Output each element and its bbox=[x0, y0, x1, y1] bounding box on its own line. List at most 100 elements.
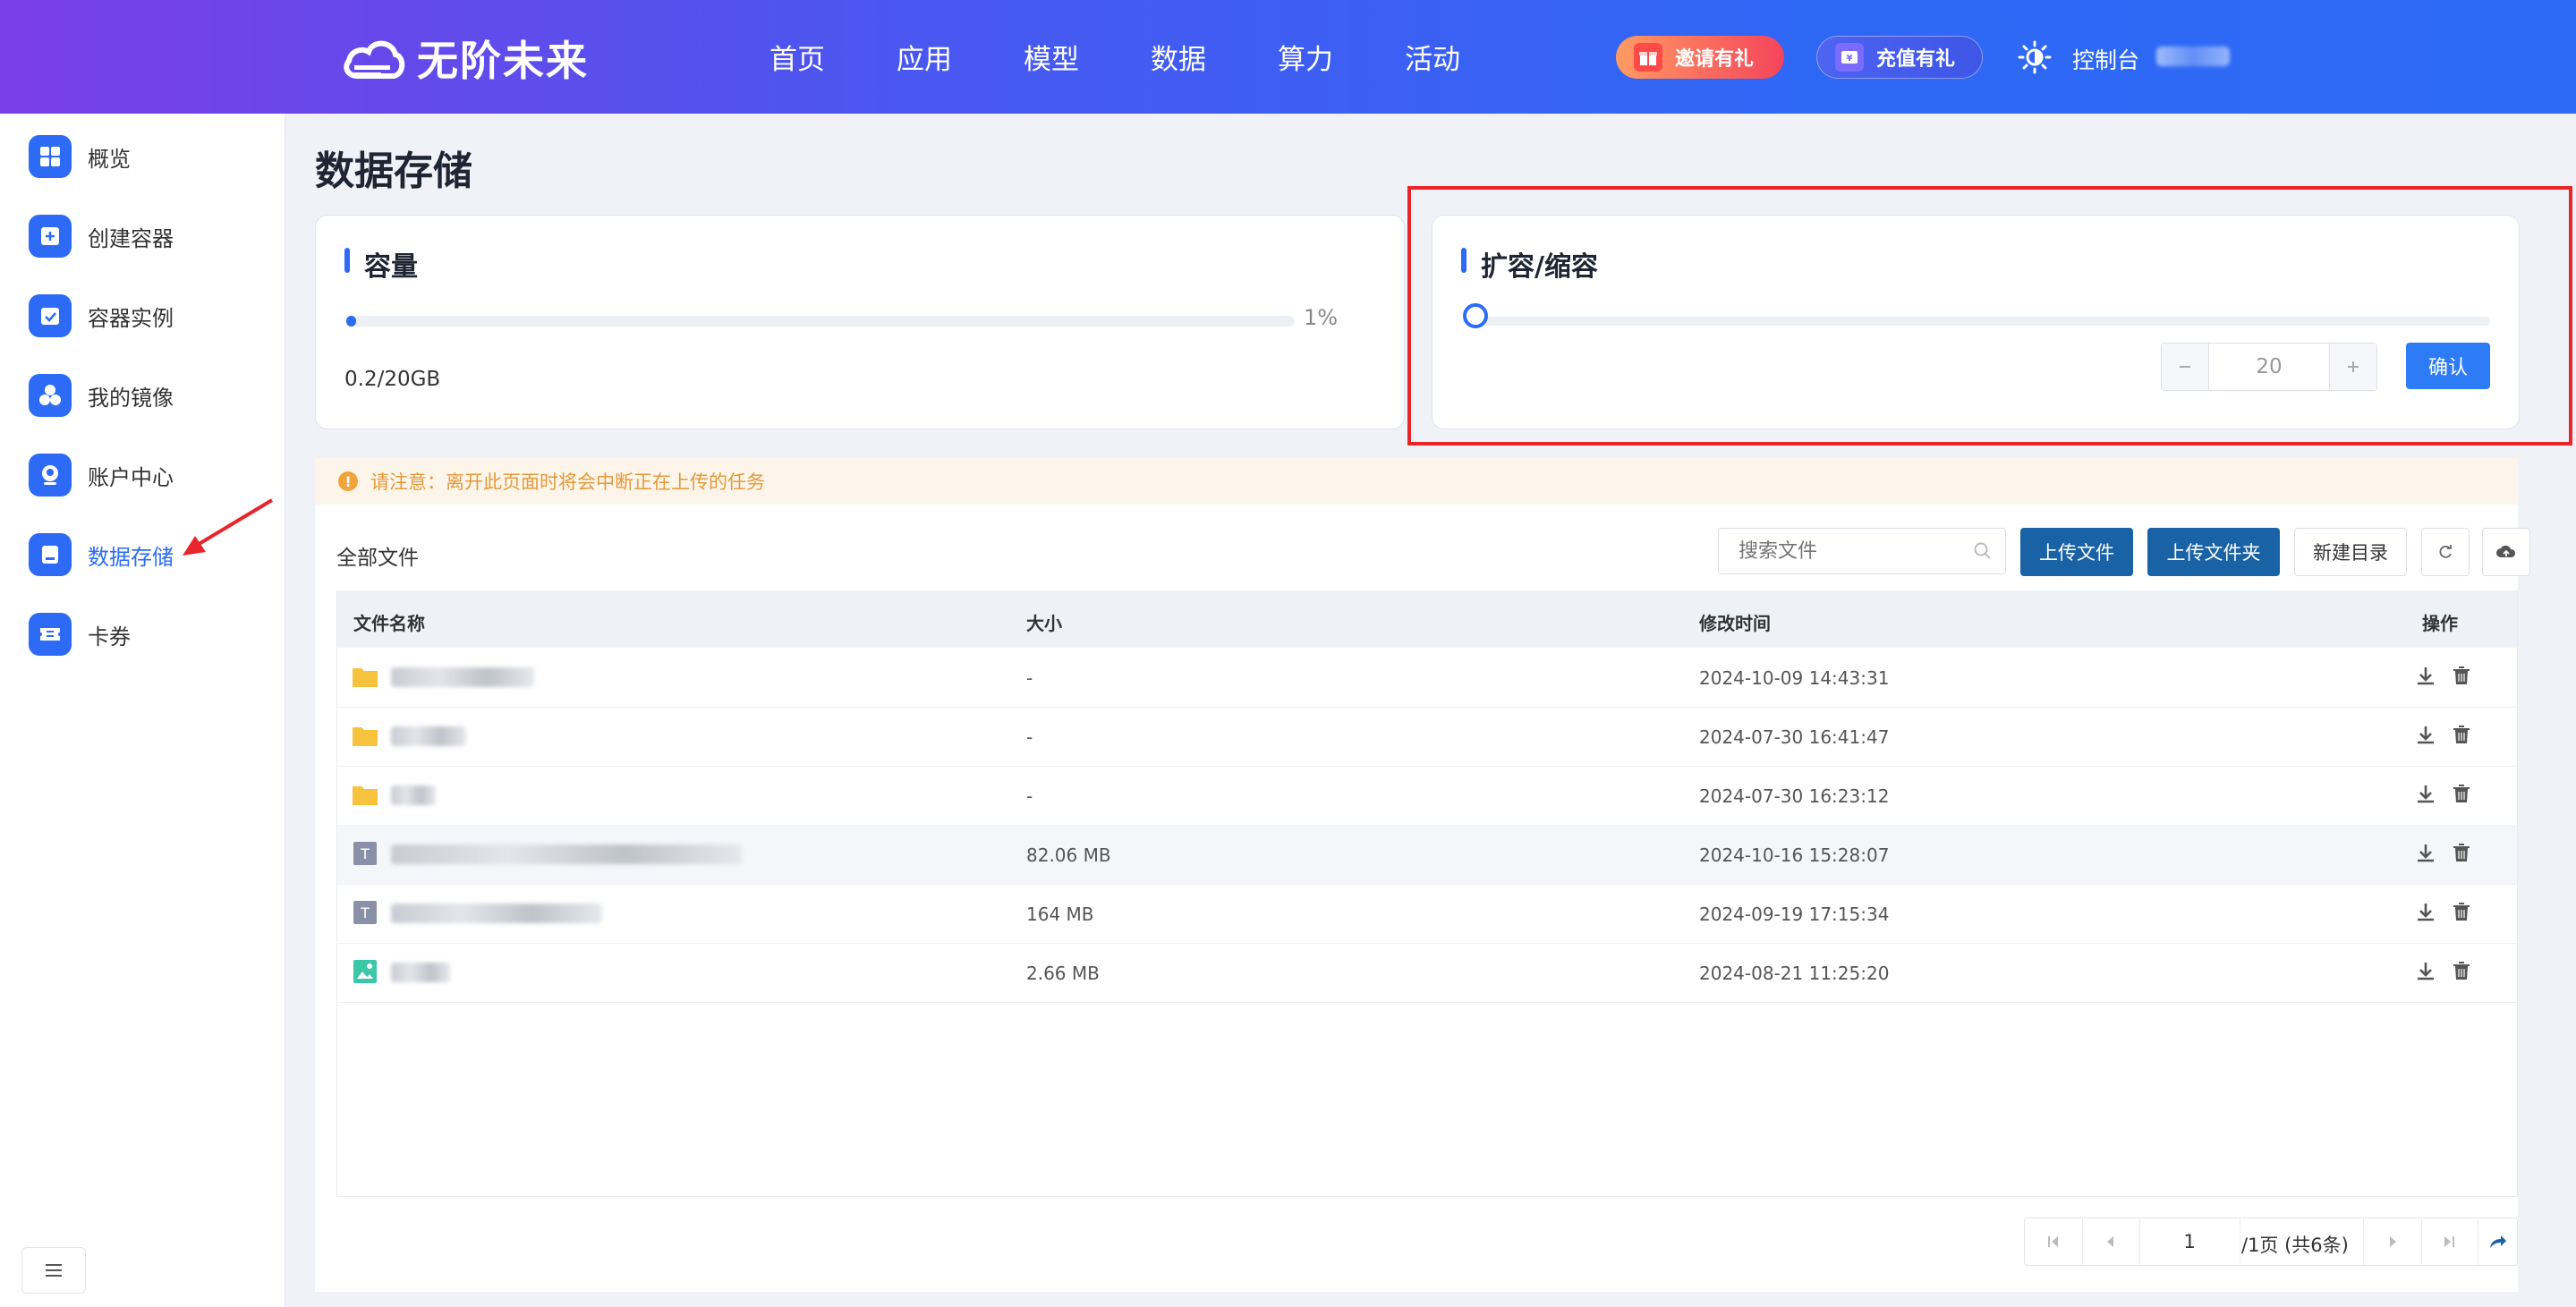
sidebar-item-label: 我的镜像 bbox=[88, 385, 174, 411]
page-number-input[interactable]: 1 bbox=[2139, 1218, 2240, 1265]
text-file-icon: T bbox=[353, 901, 377, 924]
file-name-blurred[interactable] bbox=[391, 844, 742, 864]
delete-icon[interactable] bbox=[2449, 900, 2474, 925]
next-page-icon bbox=[2390, 1236, 2396, 1247]
sidebar-item-container-instances[interactable]: 容器实例 bbox=[29, 293, 174, 339]
table-row[interactable]: T 82.06 MB 2024-10-16 15:28:07 bbox=[337, 825, 2517, 885]
recharge-button[interactable]: ¥ 充值有礼 bbox=[1816, 36, 1983, 79]
column-size[interactable]: 大小 bbox=[1026, 609, 1062, 635]
cloud-upload-icon bbox=[2496, 545, 2516, 557]
go-to-page-button[interactable] bbox=[2478, 1218, 2517, 1265]
file-size: - bbox=[1026, 726, 1033, 748]
sidebar-item-overview[interactable]: 概览 bbox=[29, 133, 131, 180]
sidebar-item-label: 数据存储 bbox=[88, 544, 174, 570]
new-directory-button[interactable]: 新建目录 bbox=[2294, 528, 2407, 576]
nav-models[interactable]: 模型 bbox=[1024, 37, 1079, 77]
upload-file-button[interactable]: 上传文件 bbox=[2020, 528, 2133, 576]
table-row[interactable]: T 164 MB 2024-09-19 17:15:34 bbox=[337, 884, 2517, 944]
file-size: - bbox=[1026, 785, 1033, 807]
sidebar-item-data-storage[interactable]: 数据存储 bbox=[29, 531, 174, 578]
file-name-blurred[interactable] bbox=[391, 963, 450, 982]
download-icon[interactable] bbox=[2413, 841, 2438, 866]
nav-activities[interactable]: 活动 bbox=[1405, 37, 1460, 77]
brand-logo[interactable]: 无阶未来 bbox=[342, 27, 589, 89]
delete-icon[interactable] bbox=[2449, 782, 2474, 807]
file-modified: 2024-10-16 15:28:07 bbox=[1699, 844, 1890, 866]
file-modified: 2024-07-30 16:23:12 bbox=[1699, 785, 1890, 807]
sidebar-collapse-button[interactable] bbox=[21, 1247, 86, 1294]
table-row[interactable]: - 2024-07-30 16:23:12 bbox=[337, 766, 2517, 826]
file-size: 164 MB bbox=[1026, 904, 1094, 925]
search-icon[interactable] bbox=[1973, 541, 1993, 561]
jump-arrow-icon bbox=[2490, 1235, 2506, 1248]
coupon-icon: ¥ bbox=[1835, 43, 1864, 72]
search-box[interactable] bbox=[1718, 528, 2006, 574]
folder-icon bbox=[353, 727, 378, 746]
upload-notice: ! 请注意：离开此页面时将会中断正在上传的任务 bbox=[315, 458, 2518, 505]
sidebar-item-create-container[interactable]: 创建容器 bbox=[29, 213, 174, 259]
storage-icon bbox=[29, 533, 72, 576]
file-name-blurred[interactable] bbox=[391, 726, 466, 746]
svg-text:¥: ¥ bbox=[1847, 54, 1853, 64]
image-file-icon bbox=[353, 960, 377, 983]
file-name-blurred[interactable] bbox=[391, 785, 436, 805]
capacity-card: 容量 1% 0.2/20GB bbox=[315, 215, 1405, 429]
table-row[interactable]: - 2024-07-30 16:41:47 bbox=[337, 707, 2517, 767]
file-modified: 2024-10-09 14:43:31 bbox=[1699, 667, 1890, 689]
file-size: 2.66 MB bbox=[1026, 963, 1100, 984]
svg-text:T: T bbox=[360, 904, 370, 921]
sidebar-item-coupons[interactable]: 卡券 bbox=[29, 611, 131, 658]
top-navbar: 无阶未来 首页 应用 模型 数据 算力 活动 邀请有礼 ¥ 充值有礼 控制台 bbox=[0, 0, 2576, 114]
pagination: 1 /1页 (共6条) bbox=[2024, 1218, 2518, 1266]
download-icon[interactable] bbox=[2413, 782, 2438, 807]
download-icon[interactable] bbox=[2413, 723, 2438, 748]
download-icon[interactable] bbox=[2413, 664, 2438, 689]
nav-apps[interactable]: 应用 bbox=[897, 37, 952, 77]
next-page-button[interactable] bbox=[2363, 1218, 2422, 1265]
last-page-button[interactable] bbox=[2420, 1218, 2478, 1265]
delete-icon[interactable] bbox=[2449, 723, 2474, 748]
main-nav: 首页 应用 模型 数据 算力 活动 bbox=[769, 0, 1532, 114]
capacity-progress-fill bbox=[346, 316, 356, 327]
table-row[interactable]: 2.66 MB 2024-08-21 11:25:20 bbox=[337, 943, 2517, 1003]
first-page-button[interactable] bbox=[2025, 1218, 2083, 1265]
invite-label: 邀请有礼 bbox=[1675, 48, 1755, 71]
folder-icon bbox=[353, 668, 378, 687]
delete-icon[interactable] bbox=[2449, 841, 2474, 866]
column-modified[interactable]: 修改时间 bbox=[1699, 609, 1771, 635]
upload-folder-button[interactable]: 上传文件夹 bbox=[2147, 528, 2280, 576]
sidebar-item-my-images[interactable]: 我的镜像 bbox=[29, 372, 174, 419]
column-name[interactable]: 文件名称 bbox=[353, 609, 425, 635]
cloud-upload-button[interactable] bbox=[2482, 528, 2530, 576]
prev-page-icon bbox=[2107, 1236, 2113, 1247]
sidebar-item-label: 容器实例 bbox=[88, 305, 174, 331]
file-name-blurred[interactable] bbox=[391, 667, 534, 687]
nav-data[interactable]: 数据 bbox=[1151, 37, 1206, 77]
user-icon bbox=[29, 454, 72, 496]
svg-text:T: T bbox=[360, 845, 370, 862]
file-name-blurred[interactable] bbox=[391, 904, 602, 923]
refresh-icon bbox=[2439, 545, 2452, 558]
text-file-icon: T bbox=[353, 842, 377, 865]
capacity-progress-bar bbox=[346, 316, 1295, 327]
file-size: 82.06 MB bbox=[1026, 844, 1111, 866]
column-actions: 操作 bbox=[2422, 613, 2458, 634]
user-account-blurred[interactable] bbox=[2156, 47, 2230, 66]
cubes-icon bbox=[29, 374, 72, 417]
table-row[interactable]: - 2024-10-09 14:43:31 bbox=[337, 648, 2517, 708]
delete-icon[interactable] bbox=[2449, 959, 2474, 984]
invite-button[interactable]: 邀请有礼 bbox=[1616, 36, 1784, 79]
search-input[interactable] bbox=[1719, 529, 1973, 573]
delete-icon[interactable] bbox=[2449, 664, 2474, 689]
nav-compute[interactable]: 算力 bbox=[1278, 37, 1333, 77]
theme-toggle-icon[interactable] bbox=[2017, 39, 2053, 75]
notice-text: 请注意：离开此页面时将会中断正在上传的任务 bbox=[370, 471, 765, 493]
prev-page-button[interactable] bbox=[2082, 1218, 2140, 1265]
refresh-button[interactable] bbox=[2421, 528, 2470, 576]
sidebar-item-account-center[interactable]: 账户中心 bbox=[29, 452, 174, 498]
download-icon[interactable] bbox=[2413, 959, 2438, 984]
console-link[interactable]: 控制台 bbox=[2072, 43, 2139, 75]
download-icon[interactable] bbox=[2413, 900, 2438, 925]
nav-home[interactable]: 首页 bbox=[769, 37, 825, 77]
all-files-breadcrumb[interactable]: 全部文件 bbox=[336, 540, 419, 571]
